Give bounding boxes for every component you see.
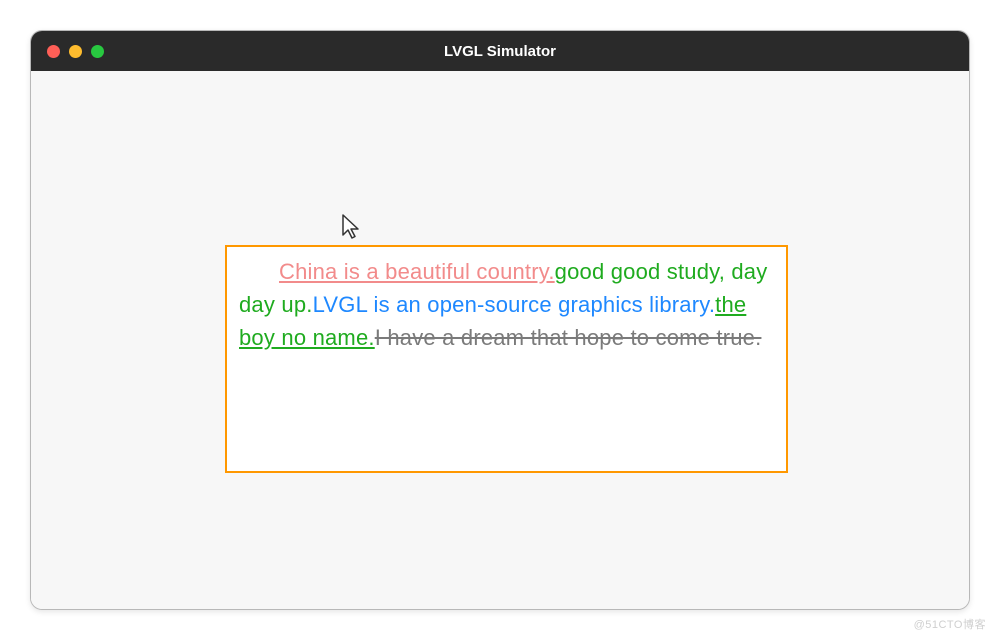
span-segment-1: China is a beautiful country. xyxy=(279,259,555,284)
minimize-icon[interactable] xyxy=(69,45,82,58)
content-area: China is a beautiful country.good good s… xyxy=(31,71,969,609)
span-segment-5: I have a dream that hope to come true. xyxy=(375,325,762,350)
app-window: LVGL Simulator China is a beautiful coun… xyxy=(30,30,970,610)
span-segment-2a: good xyxy=(555,259,611,284)
window-title: LVGL Simulator xyxy=(444,43,556,60)
watermark: @51CTO博客 xyxy=(914,616,986,632)
close-icon[interactable] xyxy=(47,45,60,58)
maximize-icon[interactable] xyxy=(91,45,104,58)
cursor-icon xyxy=(341,213,363,246)
span-container: China is a beautiful country.good good s… xyxy=(225,245,788,473)
traffic-lights xyxy=(47,45,104,58)
span-segment-3: LVGL is an open-source graphics library. xyxy=(313,292,716,317)
titlebar: LVGL Simulator xyxy=(31,31,969,71)
